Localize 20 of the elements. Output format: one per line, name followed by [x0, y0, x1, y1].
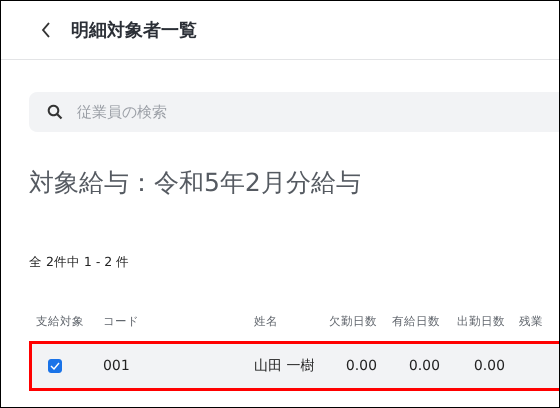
- column-header: 出勤日数: [456, 312, 506, 330]
- column-header: コード: [102, 312, 140, 330]
- column-header: 支給対象: [35, 312, 85, 330]
- table-cell-text: 山田 一樹: [253, 357, 316, 376]
- column-header: 姓名: [253, 312, 279, 330]
- column-header: 欠勤日数: [328, 312, 378, 330]
- table-cell-text: 0.00: [344, 357, 378, 376]
- search-field[interactable]: 従業員の検索: [29, 92, 559, 132]
- checkbox[interactable]: [48, 359, 62, 373]
- result-count: 全 2件中 1 - 2 件: [29, 254, 130, 271]
- column-header: 有給日数: [391, 312, 441, 330]
- payroll-heading: 対象給与：令和5年2月分給与: [29, 167, 362, 199]
- table-cell-text: 001: [102, 357, 131, 376]
- column-header: 残業: [518, 312, 544, 330]
- table-cell-text: 0.00: [472, 357, 506, 376]
- table-cell-text: 0.00: [408, 357, 441, 376]
- table-row[interactable]: 001 山田 一樹 0.00 0.00 0.00: [29, 341, 559, 391]
- search-icon: [47, 104, 63, 120]
- back-icon[interactable]: [41, 22, 51, 38]
- page-title: 明細対象者一覧: [71, 19, 197, 42]
